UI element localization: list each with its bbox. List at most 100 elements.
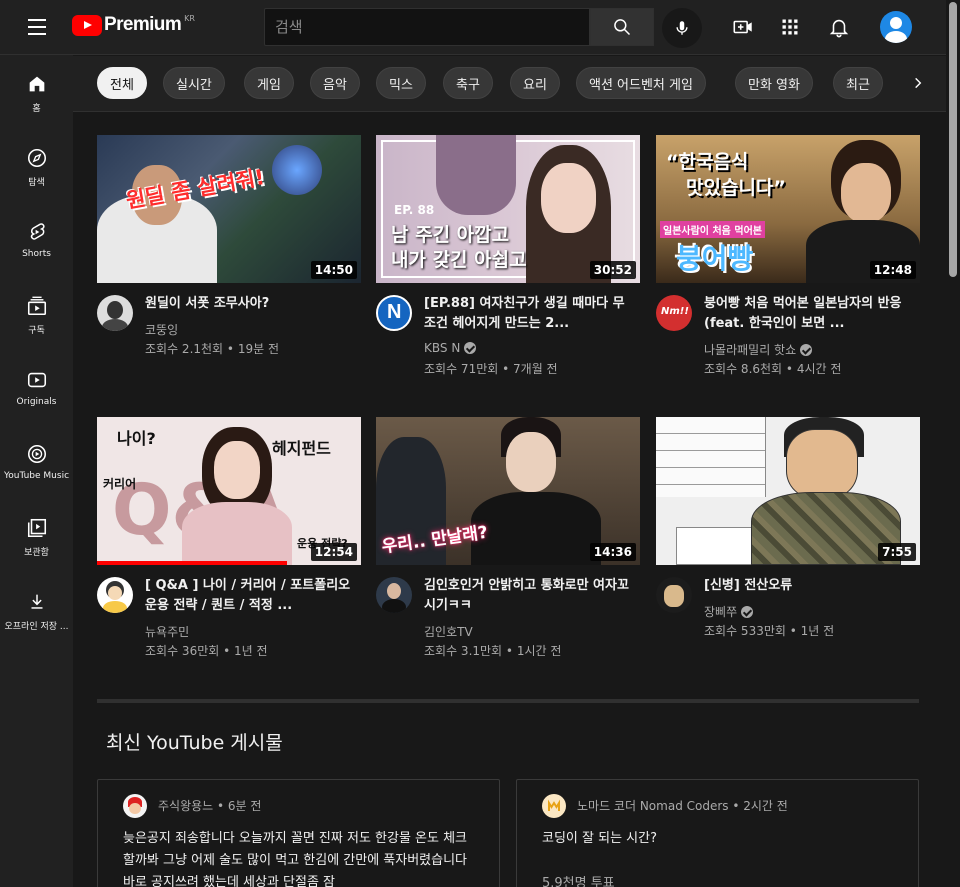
- chip[interactable]: 요리: [510, 67, 560, 99]
- sidebar-item-home[interactable]: 홈: [0, 55, 73, 125]
- video-channel[interactable]: 김인호TV: [424, 623, 473, 640]
- community-post[interactable]: 주식왕용느 • 6분 전 늦은공지 죄송합니다 오늘까지 꼴면 진짜 저도 한강…: [97, 779, 500, 887]
- channel-name[interactable]: 코뚱잉: [145, 321, 178, 338]
- thumbnail-face: [214, 441, 260, 499]
- video-channel[interactable]: 장삐쭈: [704, 603, 754, 620]
- sidebar-item-label: 보관함: [24, 548, 49, 558]
- shorts-icon: [30, 223, 45, 240]
- community-post[interactable]: 노마드 코더 Nomad Coders • 2시간 전 코딩이 잘 되는 시간?…: [516, 779, 919, 887]
- video-thumbnail[interactable]: “한국음식 맛있습니다” 일본사람이 처음 먹어본 붕어빵 12:48: [656, 135, 920, 283]
- video-title[interactable]: 김인호인거 안밝히고 통화로만 여자꼬시기ㅋㅋ: [424, 576, 632, 616]
- youtube-premium-logo[interactable]: Premium KR: [72, 14, 195, 36]
- post-channel-name[interactable]: 주식왕용느: [158, 799, 213, 813]
- nomad-coders-logo-icon: [548, 799, 560, 811]
- channel-logo-mark: Nm!!: [661, 306, 689, 317]
- view-count: 조회수 71만회: [424, 362, 499, 376]
- voice-search-button[interactable]: [662, 8, 702, 48]
- thumbnail-body: [182, 502, 292, 565]
- section-divider: [97, 699, 919, 703]
- channel-avatar[interactable]: [97, 577, 133, 613]
- create-video-icon: [733, 20, 752, 34]
- sidebar-item-library[interactable]: 보관함: [0, 499, 73, 569]
- view-count: 조회수 36만회: [145, 644, 220, 658]
- post-channel-avatar[interactable]: [123, 794, 147, 818]
- chip[interactable]: 실시간: [163, 67, 225, 99]
- video-thumbnail[interactable]: 7:55: [656, 417, 920, 565]
- apps-button[interactable]: [777, 14, 803, 40]
- video-channel[interactable]: KBS N: [424, 341, 477, 355]
- microphone-icon: [676, 21, 688, 35]
- chip[interactable]: 믹스: [376, 67, 426, 99]
- chip[interactable]: 전체: [97, 67, 147, 99]
- chips-next-button[interactable]: [903, 67, 933, 99]
- sidebar: 홈 탐색 Shorts 구독 Originals YouTube Music 보…: [0, 55, 73, 887]
- view-count: 조회수 533만회: [704, 624, 786, 638]
- video-channel[interactable]: 코뚱잉: [145, 321, 178, 338]
- bell-icon: [829, 19, 849, 38]
- sidebar-item-subscriptions[interactable]: 구독: [0, 277, 73, 347]
- poll-vote-count: 5.9천명 투표: [542, 876, 615, 887]
- video-title[interactable]: [ Q&A ] 나이 / 커리어 / 포트폴리오 운용 전략 / 퀀트 / 적정…: [145, 576, 353, 616]
- page-scrollbar[interactable]: [946, 0, 960, 887]
- video-channel[interactable]: 뉴욕주민: [145, 623, 189, 640]
- sidebar-item-youtube-music[interactable]: YouTube Music: [0, 425, 73, 495]
- thumbnail-face: [786, 429, 858, 499]
- notifications-button[interactable]: [826, 14, 852, 40]
- section-title: 최신 YouTube 게시물: [106, 732, 283, 754]
- video-title[interactable]: [EP.88] 여자친구가 생길 때마다 무조건 헤어지게 만드는 2...: [424, 294, 632, 334]
- sidebar-item-downloads[interactable]: 오프라인 저장 ...: [0, 573, 73, 643]
- post-channel-name[interactable]: 노마드 코더 Nomad Coders: [577, 799, 729, 813]
- channel-avatar[interactable]: Nm!!: [656, 295, 692, 331]
- chip[interactable]: 최근: [833, 67, 883, 99]
- chip[interactable]: 만화 영화: [735, 67, 813, 99]
- thumbnail-game-effect: [272, 145, 322, 195]
- chip[interactable]: 음악: [310, 67, 360, 99]
- channel-avatar[interactable]: [656, 577, 692, 613]
- view-count: 조회수 8.6천회: [704, 362, 783, 376]
- watch-progress-bar: [97, 561, 288, 565]
- account-avatar[interactable]: [880, 11, 912, 43]
- scrollbar-thumb[interactable]: [949, 2, 957, 277]
- sidebar-item-shorts[interactable]: Shorts: [0, 203, 73, 273]
- create-video-button[interactable]: [730, 14, 756, 40]
- video-title[interactable]: [신병] 전산오류: [704, 576, 912, 596]
- chip[interactable]: 게임: [244, 67, 294, 99]
- sidebar-item-label: YouTube Music: [3, 471, 70, 481]
- video-channel[interactable]: 나몰라패밀리 핫쇼: [704, 341, 813, 358]
- video-meta: 조회수 71만회 • 7개월 전: [424, 362, 558, 376]
- post-body: 늦은공지 죄송합니다 오늘까지 꼴면 진짜 저도 한강물 온도 체크할까봐 그냥…: [123, 831, 468, 887]
- download-icon: [31, 594, 42, 609]
- chip[interactable]: 축구: [443, 67, 493, 99]
- search-input[interactable]: [275, 18, 579, 36]
- channel-name[interactable]: 김인호TV: [424, 623, 473, 640]
- upload-age: 19분 전: [237, 342, 279, 356]
- view-count: 조회수 3.1만회: [424, 644, 503, 658]
- sidebar-item-originals[interactable]: Originals: [0, 351, 73, 421]
- sidebar-item-label: 구독: [28, 326, 45, 336]
- thumbnail-caption: 내가 갖긴 아쉽고: [391, 249, 527, 271]
- video-thumbnail[interactable]: EP. 88 남 주긴 아깝고 내가 갖긴 아쉽고 30:52: [376, 135, 640, 283]
- channel-name[interactable]: KBS N: [424, 341, 460, 355]
- video-thumbnail[interactable]: 우리.. 만날래? 14:36: [376, 417, 640, 565]
- channel-avatar[interactable]: N: [376, 295, 412, 331]
- video-thumbnail[interactable]: 원딜 좀 살려줘! 14:50: [97, 135, 361, 283]
- search-button[interactable]: [590, 8, 654, 46]
- channel-name[interactable]: 장삐쭈: [704, 603, 737, 620]
- video-duration: 12:54: [310, 543, 357, 561]
- sidebar-item-explore[interactable]: 탐색: [0, 129, 73, 199]
- menu-icon[interactable]: [22, 14, 52, 40]
- channel-avatar[interactable]: [97, 295, 133, 331]
- chip[interactable]: 액션 어드벤처 게임: [576, 67, 706, 99]
- thumbnail-caption: “한국음식: [666, 151, 749, 173]
- video-title[interactable]: 붕어빵 처음 먹어본 일본남자의 반응 (feat. 한국인이 보면 ...: [704, 294, 912, 334]
- logo-text: Premium: [104, 14, 182, 35]
- top-bar: Premium KR: [0, 0, 946, 55]
- channel-logo-letter: N: [387, 301, 402, 323]
- post-channel-avatar[interactable]: [542, 794, 566, 818]
- video-title[interactable]: 원딜이 서폿 조무사아?: [145, 294, 353, 314]
- channel-avatar[interactable]: [376, 577, 412, 613]
- channel-name[interactable]: 나몰라패밀리 핫쇼: [704, 341, 796, 358]
- verified-badge-icon: [800, 343, 813, 356]
- video-thumbnail[interactable]: Q&A 나이? 헤지펀드 커리어 운용 전략? 12:54: [97, 417, 361, 565]
- channel-name[interactable]: 뉴욕주민: [145, 623, 189, 640]
